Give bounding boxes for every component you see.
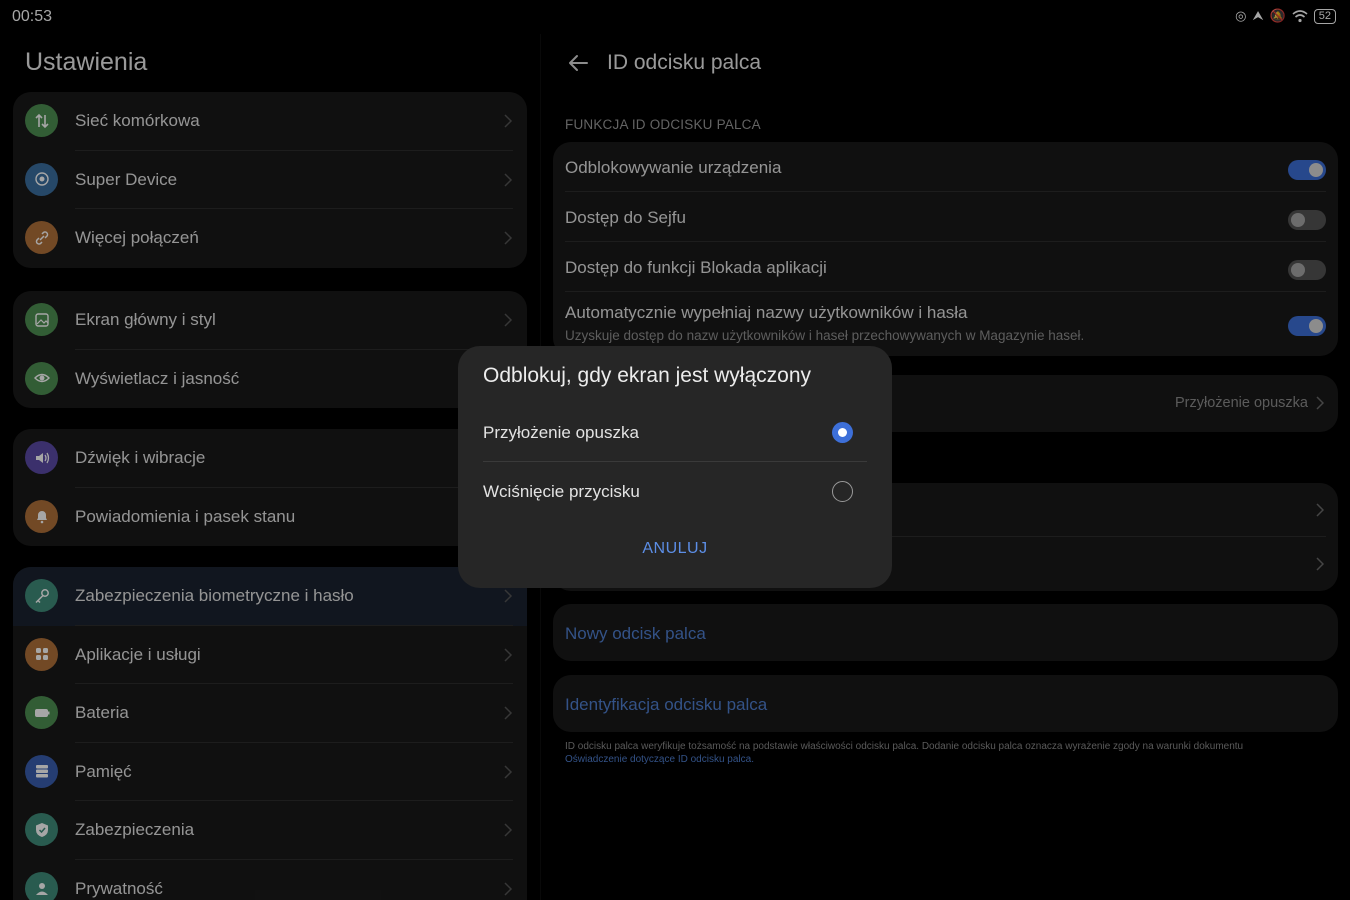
option-label: Wciśnięcie przycisku (483, 482, 640, 501)
dialog-title: Odblokuj, gdy ekran jest wyłączony (483, 364, 811, 387)
radio-selected[interactable] (832, 422, 853, 443)
option-press[interactable]: Wciśnięcie przycisku (483, 463, 867, 521)
radio-unselected[interactable] (832, 481, 853, 502)
unlock-method-dialog: Odblokuj, gdy ekran jest wyłączony Przył… (458, 346, 892, 588)
option-label: Przyłożenie opuszka (483, 423, 639, 442)
option-touch[interactable]: Przyłożenie opuszka (483, 404, 867, 462)
cancel-button[interactable]: ANULUJ (458, 540, 892, 558)
